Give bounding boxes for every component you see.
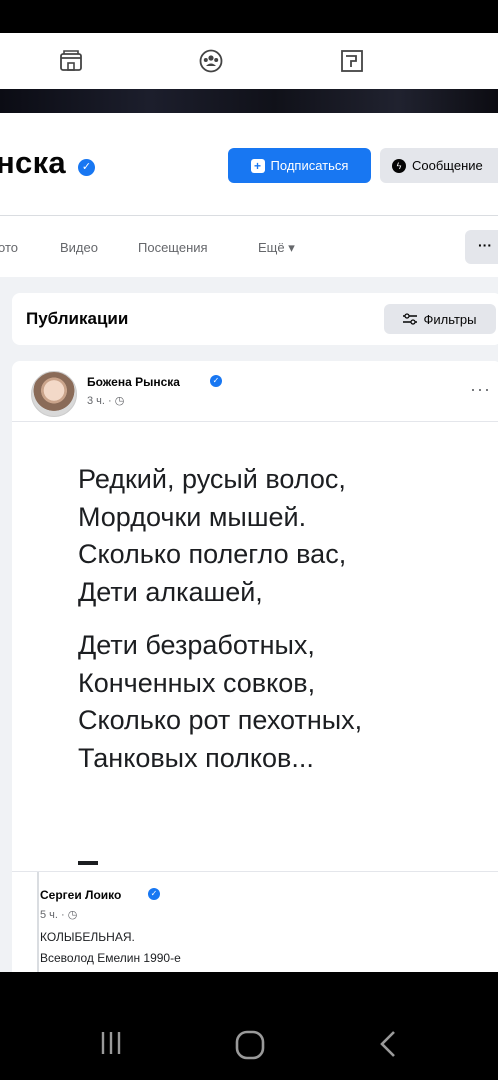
more-options-button[interactable]: ···	[465, 230, 498, 264]
home-icon[interactable]	[235, 1030, 265, 1065]
add-icon: +	[250, 158, 265, 173]
shared-title: КОЛЫБЕЛЬНАЯ.	[40, 930, 135, 944]
poem-line: Редкий, русый волос,	[78, 464, 346, 494]
cover-photo-strip	[0, 89, 498, 113]
store-icon[interactable]	[57, 47, 85, 75]
author-avatar[interactable]	[31, 371, 77, 417]
messenger-icon: ϟ	[392, 158, 406, 173]
message-label: Сообщение	[412, 158, 483, 173]
profile-tabs: ото Видео Посещения Ещё ▾ ···	[0, 215, 498, 277]
recents-icon[interactable]	[98, 1030, 124, 1061]
poem-line: Сколько полегло вас,	[78, 539, 347, 569]
back-icon[interactable]	[378, 1030, 398, 1063]
post-menu-button[interactable]: ···	[470, 379, 491, 400]
verified-badge-icon: ✓	[148, 888, 160, 900]
verified-badge-icon: ✓	[210, 375, 222, 387]
verified-badge-icon: ✓	[78, 159, 95, 176]
shared-subtitle: Всеволод Емелин 1990-е	[40, 951, 181, 965]
shared-post-border	[37, 872, 39, 973]
post-author[interactable]: Божена Рынска	[87, 375, 180, 389]
post-text: Редкий, русый волос, Мордочки мышей. Ско…	[78, 461, 498, 777]
filters-button[interactable]: Фильтры	[384, 304, 496, 334]
cut-off-text	[78, 861, 98, 865]
shared-post[interactable]: Сергеи Лоико ✓ 5 ч. · ◷ КОЛЫБЕЛЬНАЯ. Все…	[12, 871, 498, 973]
profile-header: нска ✓ + Подписаться ϟ Сообщение	[0, 113, 498, 215]
profile-name: нска	[0, 145, 66, 180]
filters-label: Фильтры	[423, 311, 477, 327]
publications-title: Публикации	[26, 309, 129, 328]
phone-screen: нска ✓ + Подписаться ϟ Сообщение ото Вид…	[0, 0, 498, 1080]
sliders-icon	[403, 313, 418, 325]
tab-videos[interactable]: Видео	[60, 240, 98, 255]
shared-author[interactable]: Сергеи Лоико	[40, 888, 121, 902]
post-card: Божена Рынска ✓ 3 ч. · ◷ ··· Редкий, рус…	[12, 361, 498, 973]
pages-icon[interactable]	[338, 47, 366, 75]
poem-line: Сколько рот пехотных,	[78, 705, 363, 735]
poem-line: Мордочки мышей.	[78, 501, 307, 532]
poem-line: Дети безработных,	[78, 630, 315, 660]
message-button[interactable]: ϟ Сообщение	[380, 148, 498, 183]
top-nav-bar	[0, 33, 498, 89]
tab-more[interactable]: Ещё ▾	[258, 240, 295, 256]
publications-header: Публикации Фильтры	[12, 293, 498, 345]
subscribe-label: Подписаться	[270, 158, 349, 173]
poem-line: Конченных совков,	[78, 667, 316, 698]
system-nav-bar	[0, 972, 498, 1080]
tab-photos[interactable]: ото	[0, 240, 18, 255]
groups-icon[interactable]	[197, 47, 225, 75]
divider	[12, 421, 498, 422]
shared-timestamp[interactable]: 5 ч. · ◷	[40, 908, 77, 921]
post-timestamp[interactable]: 3 ч. · ◷	[87, 394, 124, 407]
poem-line: Дети алкашей,	[78, 576, 263, 607]
tab-checkins[interactable]: Посещения	[138, 240, 208, 255]
poem-line: Танковых полков...	[78, 742, 314, 773]
subscribe-button[interactable]: + Подписаться	[228, 148, 371, 183]
